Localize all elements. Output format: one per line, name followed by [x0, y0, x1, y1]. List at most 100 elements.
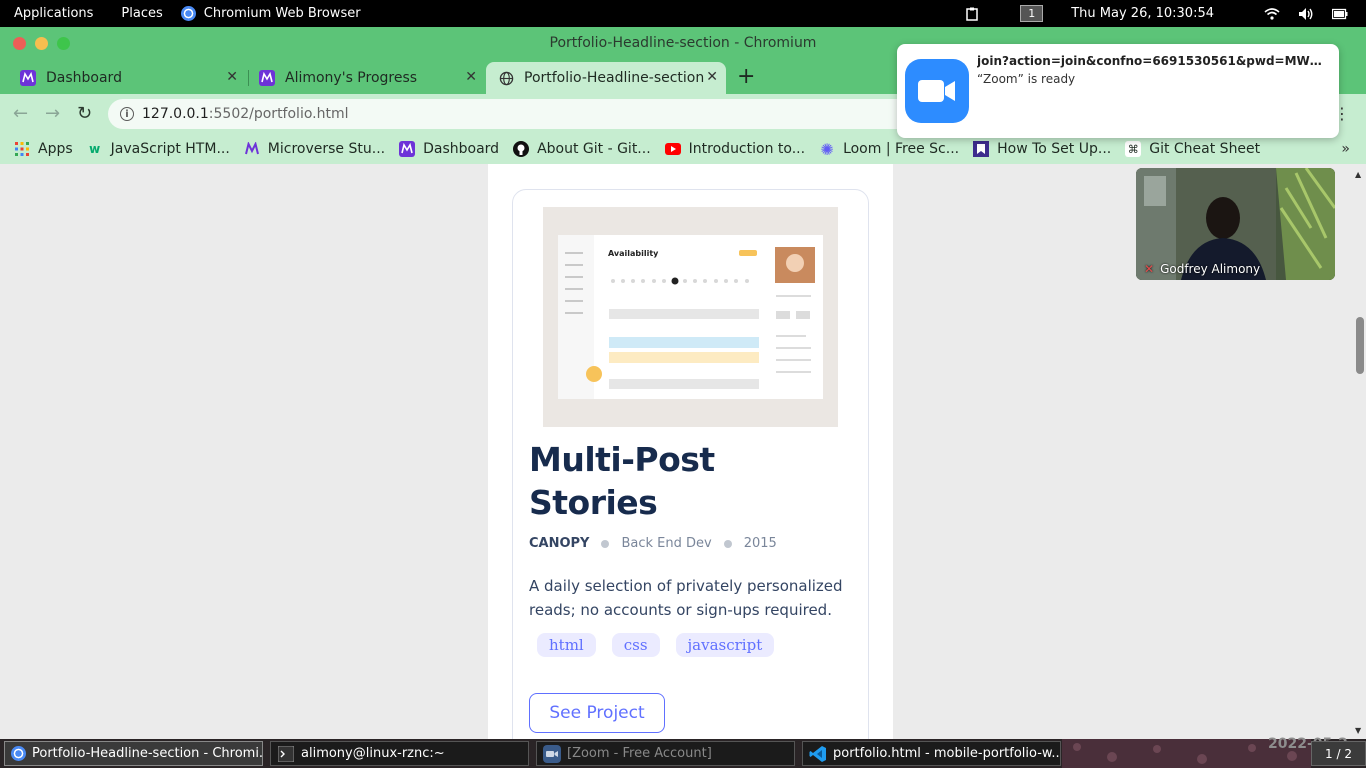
meta-separator-dot [601, 539, 610, 548]
taskbar-item-vscode[interactable]: portfolio.html - mobile-portfolio-w... [802, 741, 1061, 766]
bookmark-dashboard[interactable]: Dashboard [399, 141, 499, 157]
page-scrollbar[interactable]: ▲ ▼ [1352, 164, 1366, 739]
chromium-icon [180, 6, 196, 21]
tab-label: Dashboard [46, 70, 122, 86]
tab-dashboard[interactable]: Dashboard ✕ [8, 62, 246, 94]
taskbar: Portfolio-Headline-section - Chromi... a… [0, 739, 1366, 768]
participant-name-label: ✕ Godfrey Alimony [1144, 262, 1260, 276]
url-host: 127.0.0.1 [142, 106, 209, 122]
volume-icon[interactable] [1298, 7, 1314, 21]
vscode-icon [809, 745, 827, 763]
screenshot-heading: Availability [608, 249, 659, 258]
new-tab-button[interactable]: + [737, 64, 755, 89]
w3schools-icon: w [89, 142, 101, 156]
mic-muted-icon: ✕ [1144, 262, 1155, 276]
bookmark-git-cheat-sheet[interactable]: ⌘ Git Cheat Sheet [1125, 141, 1260, 157]
reload-icon[interactable]: ↻ [77, 103, 92, 124]
top-panel: Applications Places Chromium Web Browser… [0, 0, 1366, 27]
zoom-notification[interactable]: join?action=join&confno=6691530561&pwd=M… [897, 44, 1339, 138]
taskbar-item-terminal[interactable]: alimony@linux-rznc:~ [270, 741, 529, 766]
tab-label: Portfolio-Headline-section [524, 70, 705, 86]
tab-close-icon[interactable]: ✕ [465, 69, 477, 85]
globe-icon [498, 70, 514, 86]
project-title: Multi-Post Stories [529, 440, 715, 522]
tab-label: Alimony's Progress [285, 70, 418, 86]
bookmark-label: About Git - Git... [537, 141, 651, 157]
zoom-icon [543, 744, 561, 763]
zoom-video-tile[interactable]: ✕ Godfrey Alimony [1136, 168, 1335, 280]
loom-icon: ✺ [820, 139, 834, 159]
clock[interactable]: Thu May 26, 10:30:54 [1071, 6, 1214, 21]
tag-css: css [611, 633, 660, 657]
microverse-icon [244, 141, 260, 157]
bookmark-loom[interactable]: ✺ Loom | Free Sc... [819, 139, 960, 159]
bookmarks-bar: Apps w JavaScript HTM... Microverse Stu.… [0, 134, 1366, 164]
tag-javascript: javascript [675, 633, 775, 657]
back-arrow-icon[interactable]: ← [13, 103, 28, 124]
project-client: CANOPY [529, 536, 590, 551]
project-role: Back End Dev [621, 536, 712, 551]
battery-icon[interactable] [1332, 7, 1348, 21]
apps-grid-icon [14, 141, 30, 157]
active-app-label: Chromium Web Browser [203, 6, 361, 21]
youtube-icon [664, 141, 681, 157]
scroll-down-arrow-icon[interactable]: ▼ [1355, 726, 1361, 735]
notification-body: “Zoom” is ready [977, 72, 1076, 86]
scroll-up-arrow-icon[interactable]: ▲ [1355, 170, 1361, 179]
bookmark-javascript[interactable]: w JavaScript HTM... [87, 141, 230, 157]
bookmarks-overflow-icon[interactable]: » [1341, 141, 1350, 157]
active-app-menu[interactable]: Chromium Web Browser [177, 6, 361, 21]
bookmark-label: JavaScript HTM... [110, 141, 230, 157]
bookmark-label: Apps [38, 141, 73, 157]
project-screenshot: Availability [543, 207, 838, 427]
forward-arrow-icon[interactable]: → [45, 103, 60, 124]
microverse-icon [259, 70, 275, 86]
project-year: 2015 [743, 536, 777, 551]
bookmark-label: Dashboard [423, 141, 500, 157]
project-meta: CANOPY Back End Dev 2015 [529, 536, 777, 551]
clipboard-icon[interactable] [964, 7, 980, 21]
url-path: :5502/portfolio.html [208, 106, 349, 122]
tab-portfolio-headline[interactable]: Portfolio-Headline-section ✕ [486, 62, 726, 94]
tab-alimonys-progress[interactable]: Alimony's Progress ✕ [247, 62, 485, 94]
scrollbar-thumb[interactable] [1356, 317, 1364, 374]
bookmark-microverse[interactable]: Microverse Stu... [244, 141, 385, 157]
places-menu[interactable]: Places [107, 6, 176, 21]
microverse-icon [20, 70, 36, 86]
bookmark-label: Introduction to... [688, 141, 806, 157]
project-card: Availability Multi-Post Stories CANOPY B… [512, 189, 869, 739]
bookmark-label: Loom | Free Sc... [843, 141, 960, 157]
taskbar-item-label: Portfolio-Headline-section - Chromi... [32, 746, 263, 761]
see-project-button[interactable]: See Project [529, 693, 665, 733]
tab-close-icon[interactable]: ✕ [226, 69, 238, 85]
taskbar-item-zoom[interactable]: [Zoom - Free Account] [536, 741, 795, 766]
site-info-icon[interactable]: i [120, 107, 134, 121]
notification-title: join?action=join&confno=6691530561&pwd=M… [977, 54, 1322, 68]
command-icon: ⌘ [1125, 141, 1142, 157]
github-icon [513, 141, 530, 157]
taskbar-item-chromium[interactable]: Portfolio-Headline-section - Chromi... [4, 741, 263, 766]
terminal-icon [277, 745, 295, 763]
bookmark-introduction[interactable]: Introduction to... [664, 141, 806, 157]
workspace-pager[interactable]: 1 / 2 [1311, 741, 1366, 766]
taskbar-item-label: portfolio.html - mobile-portfolio-w... [833, 746, 1061, 761]
taskbar-item-label: alimony@linux-rznc:~ [301, 746, 445, 761]
tag-html: html [537, 633, 596, 657]
workspace-indicator[interactable]: 1 [1020, 5, 1044, 22]
bookmark-flag-icon [973, 141, 990, 157]
bookmark-how-to-set-up[interactable]: How To Set Up... [973, 141, 1111, 157]
tech-tags: html css javascript [537, 633, 775, 657]
bookmark-label: How To Set Up... [997, 141, 1112, 157]
tab-close-icon[interactable]: ✕ [706, 69, 718, 85]
chromium-icon [11, 745, 26, 763]
zoom-camera-icon [905, 59, 969, 123]
bookmark-apps[interactable]: Apps [14, 141, 73, 157]
meta-separator-dot [723, 539, 732, 548]
project-description: A daily selection of privately personali… [529, 577, 843, 619]
page-column: Availability Multi-Post Stories CANOPY B… [488, 164, 893, 739]
taskbar-item-label: [Zoom - Free Account] [567, 746, 712, 761]
applications-menu[interactable]: Applications [0, 6, 107, 21]
wifi-icon[interactable] [1264, 7, 1280, 21]
bookmark-about-git[interactable]: About Git - Git... [513, 141, 651, 157]
bookmark-label: Git Cheat Sheet [1149, 141, 1261, 157]
